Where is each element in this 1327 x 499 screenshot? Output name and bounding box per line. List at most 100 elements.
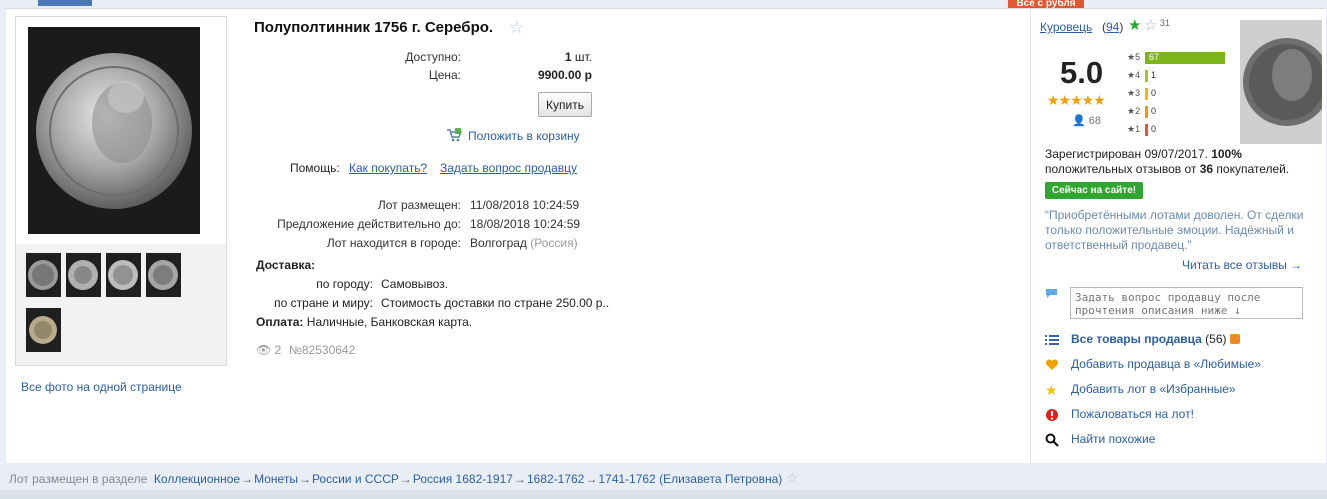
seller-stars-count: 31 <box>1160 18 1171 28</box>
country-delivery-value: Стоимость доставки по стране 250.00 р.. <box>381 296 610 310</box>
complain-row[interactable]: Пожаловаться на лот! <box>1045 406 1325 424</box>
review-quote: “Приобретёнными лотами доволен. От сделк… <box>1045 208 1304 252</box>
add-seller-favorite-link[interactable]: Добавить продавца в «Любимые» <box>1071 357 1261 371</box>
rating-bar-fill <box>1145 124 1148 136</box>
thumbnail-2[interactable] <box>66 253 101 297</box>
add-seller-favorite-row[interactable]: Добавить продавца в «Любимые» <box>1045 356 1325 374</box>
main-photo[interactable] <box>28 27 200 234</box>
seller-outline-star-icon: ☆ <box>1144 17 1158 34</box>
rating-bar-value: 0 <box>1151 124 1157 134</box>
top-tab[interactable] <box>38 0 92 6</box>
thumbnail-3[interactable] <box>106 253 141 297</box>
search-icon <box>1045 433 1059 447</box>
star-icon: ★ <box>1045 382 1058 398</box>
all-goods-link[interactable]: Все товары продавца <box>1071 332 1202 346</box>
chat-bubble-icon <box>1045 288 1058 299</box>
read-all-reviews-link[interactable]: Читать все отзывы → <box>1182 258 1302 272</box>
rating-bar-label: ★3 <box>1127 88 1141 98</box>
payment-row: Оплата: Наличные, Банковская карта. <box>256 315 473 329</box>
rating-people-count: 👤 68 <box>1072 115 1102 127</box>
city-delivery-value: Самовывоз. <box>381 277 449 291</box>
breadcrumb-separator: → <box>513 472 526 486</box>
rating-bar-label: ★5 <box>1127 52 1141 62</box>
rating-bar-row: ★5 67 <box>1127 52 1237 64</box>
cart-icon[interactable] <box>446 128 463 142</box>
country-value: (Россия) <box>530 236 578 250</box>
breadcrumb-item[interactable]: Монеты <box>254 472 298 486</box>
rating-bar-row: ★4 1 <box>1127 70 1237 82</box>
seller-name-link[interactable]: Куровець <box>1040 20 1092 34</box>
ask-seller-link[interactable]: Задать вопрос продавцу <box>440 161 577 175</box>
seller-rating: 5.0 <box>1060 55 1104 90</box>
breadcrumb-item[interactable]: Коллекционное <box>154 472 240 486</box>
thumbnail-1[interactable] <box>26 253 61 297</box>
breadcrumb-separator: → <box>241 472 254 486</box>
thumbnail-5[interactable] <box>26 308 61 352</box>
rating-bar-value: 67 <box>1149 52 1160 62</box>
city-value: Волгоград (Россия) <box>470 236 578 250</box>
seller-avatar[interactable] <box>1240 20 1322 144</box>
breadcrumb-item[interactable]: 1682-1762 <box>527 472 584 486</box>
find-similar-link[interactable]: Найти похожие <box>1071 432 1155 446</box>
right-column-divider <box>1030 8 1031 463</box>
how-to-buy-link[interactable]: Как покупать? <box>349 161 427 175</box>
rss-icon[interactable] <box>1229 334 1240 344</box>
thumbnail-4[interactable] <box>146 253 181 297</box>
breadcrumb-prefix: Лот размещен в разделе <box>9 472 148 486</box>
person-icon: 👤 <box>1072 115 1086 127</box>
rating-bar-label: ★4 <box>1127 70 1141 80</box>
breadcrumb-separator: → <box>298 472 311 486</box>
lot-number: №82530642 <box>289 343 356 357</box>
breadcrumb-items: Коллекционное→Монеты→России и СССР→Росси… <box>154 472 786 486</box>
find-similar-row[interactable]: Найти похожие <box>1045 431 1325 449</box>
all-goods-row[interactable]: Все товары продавца (56) <box>1045 331 1325 349</box>
category-favorite-star-icon[interactable]: ☆ <box>786 470 799 487</box>
rating-bar-row: ★1 0 <box>1127 124 1237 136</box>
valid-until-label: Предложение действительно до: <box>277 217 461 231</box>
price-label: Цена: <box>428 68 461 82</box>
seller-feedback-count: (94) <box>1102 20 1124 34</box>
rating-bar-value: 0 <box>1151 106 1157 116</box>
breadcrumb-separator: → <box>585 472 598 486</box>
rating-bar-fill <box>1145 106 1148 118</box>
favorite-star-icon[interactable]: ☆ <box>509 18 524 38</box>
heart-icon <box>1045 358 1059 372</box>
buy-button[interactable]: Купить <box>538 92 592 117</box>
city-label: Лот находится в городе: <box>326 236 461 250</box>
breadcrumb-item[interactable]: 1741-1762 (Елизавета Петровна) <box>598 472 782 486</box>
rating-bar-value: 0 <box>1151 88 1157 98</box>
seller-green-star-icon: ★ <box>1128 17 1142 34</box>
alert-icon <box>1045 408 1059 422</box>
available-label: Доступно: <box>405 50 461 64</box>
rating-bar-label: ★1 <box>1127 124 1141 134</box>
breadcrumb: Лот размещен в разделе Коллекционное→Мон… <box>9 469 1319 487</box>
list-icon <box>1045 333 1059 347</box>
help-label: Помощь: <box>290 161 340 175</box>
breadcrumb-item[interactable]: Россия 1682-1917 <box>413 472 513 486</box>
add-lot-favorite-link[interactable]: Добавить лот в «Избранные» <box>1071 382 1236 396</box>
rating-bar-fill <box>1145 88 1148 100</box>
add-to-cart-link[interactable]: Положить в корзину <box>468 129 580 143</box>
online-status-badge: Сейчас на сайте! <box>1045 182 1143 199</box>
rating-bar-fill <box>1145 70 1148 82</box>
eye-icon: 👁 <box>256 343 272 357</box>
add-lot-favorite-row[interactable]: ★ Добавить лот в «Избранные» <box>1045 381 1325 399</box>
views-counter: 👁 2 <box>256 343 282 357</box>
breadcrumb-item[interactable]: России и СССР <box>312 472 399 486</box>
rating-bar-value: 1 <box>1151 70 1157 80</box>
breadcrumb-separator: → <box>399 472 412 486</box>
bottom-bar <box>0 490 1327 499</box>
ask-seller-input[interactable] <box>1070 287 1303 319</box>
rating-stars-icon: ★★★★★ <box>1047 92 1106 108</box>
delivery-title: Доставка: <box>256 258 316 272</box>
country-delivery-label: по стране и миру: <box>274 296 373 310</box>
seller-registered-info: Зарегистрирован 09/07/2017. 100% положит… <box>1045 147 1290 176</box>
valid-until-value: 18/08/2018 10:24:59 <box>470 217 581 231</box>
city-delivery-label: по городу: <box>316 277 373 291</box>
all-photos-link[interactable]: Все фото на одной странице <box>21 380 182 394</box>
placed-label: Лот размещен: <box>377 198 461 212</box>
rating-bar-label: ★2 <box>1127 106 1141 116</box>
placed-value: 11/08/2018 10:24:59 <box>470 198 580 212</box>
complain-link[interactable]: Пожаловаться на лот! <box>1071 407 1194 421</box>
price-value: 9900.00 р <box>537 68 592 82</box>
